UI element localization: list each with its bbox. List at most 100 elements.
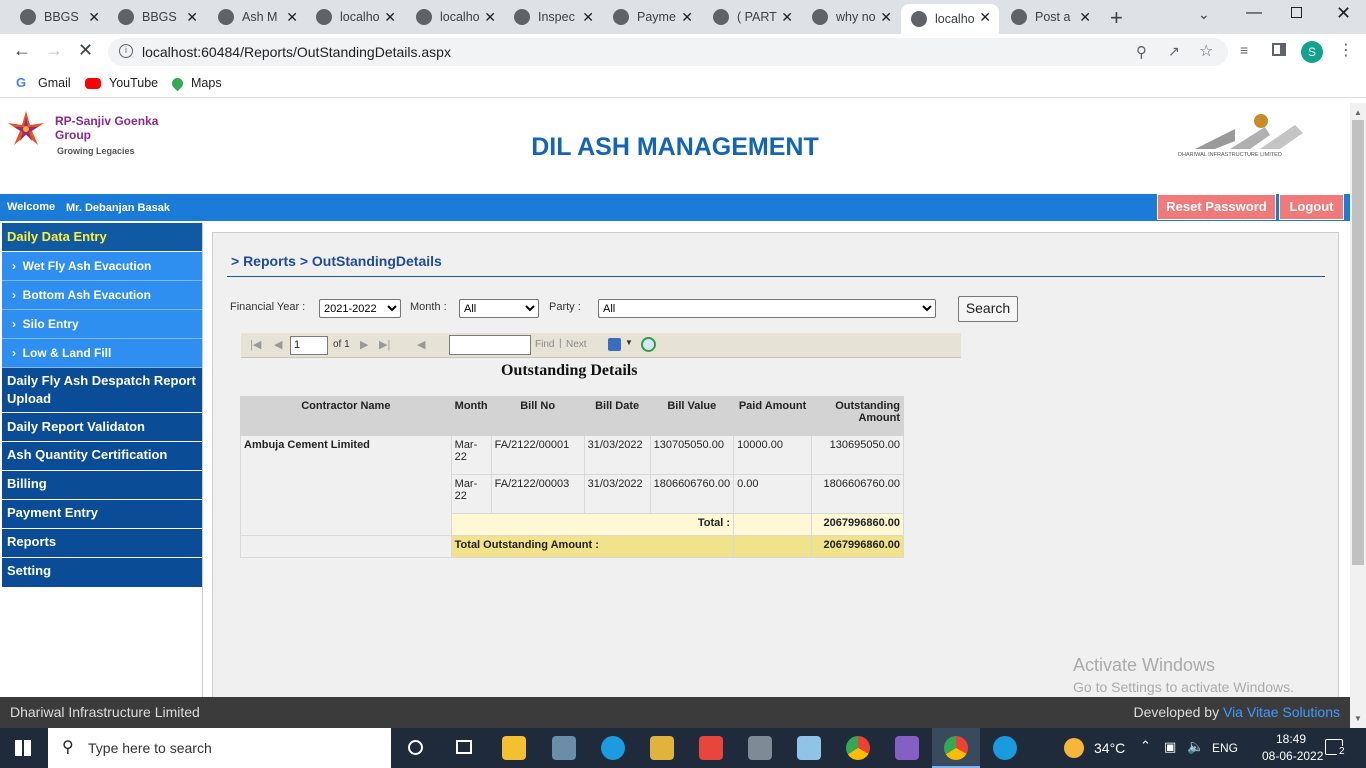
find-link[interactable]: Find xyxy=(535,339,554,350)
windows-start-icon[interactable] xyxy=(15,740,31,756)
cortana-icon[interactable] xyxy=(408,740,423,755)
sidebar-item-low-land-fill[interactable]: › Low & Land Fill xyxy=(2,339,202,368)
stop-loading-icon[interactable]: ✕ xyxy=(78,40,93,61)
tab-close-icon[interactable]: ✕ xyxy=(384,9,396,26)
browser-tab[interactable]: Payme ✕ xyxy=(603,4,701,30)
browser-menu-icon[interactable]: ⋮ xyxy=(1338,40,1354,60)
tab-close-icon[interactable]: ✕ xyxy=(681,9,693,26)
sidebar-item-payment-entry[interactable]: Payment Entry xyxy=(2,500,202,529)
file-explorer-icon[interactable] xyxy=(502,736,526,760)
refresh-icon[interactable] xyxy=(641,337,656,352)
sidebar-item-reports[interactable]: Reports xyxy=(2,529,202,558)
forward-arrow-icon[interactable]: → xyxy=(45,40,63,61)
tab-close-icon[interactable]: ✕ xyxy=(582,9,594,26)
clock-time[interactable]: 18:49 xyxy=(1276,732,1306,746)
tab-close-icon[interactable]: ✕ xyxy=(1079,9,1091,26)
notepad-icon[interactable] xyxy=(797,736,821,760)
month-select[interactable]: All xyxy=(459,299,539,318)
party-select[interactable]: All xyxy=(598,299,936,318)
bookmark-star-icon[interactable]: ☆ xyxy=(1199,41,1213,61)
back-arrow-icon[interactable]: ← xyxy=(13,40,31,61)
close-window-button[interactable]: ✕ xyxy=(1336,3,1351,24)
zoom-icon[interactable]: ⚲ xyxy=(1136,43,1147,61)
restore-button[interactable] xyxy=(1291,7,1302,18)
clock-date[interactable]: 08-06-2022 xyxy=(1262,749,1323,763)
browser-tab[interactable]: why no ✕ xyxy=(802,4,900,30)
sidebar-item-daily-data-entry[interactable]: Daily Data Entry xyxy=(2,223,202,252)
minimize-button[interactable]: — xyxy=(1246,4,1262,22)
financial-year-select[interactable]: 2021-2022 xyxy=(319,299,401,318)
tab-close-icon[interactable]: ✕ xyxy=(880,9,892,26)
chrome-icon[interactable] xyxy=(846,736,870,760)
page-number-input[interactable]: 1 xyxy=(290,336,328,355)
find-input[interactable] xyxy=(449,335,531,355)
export-dropdown-icon[interactable]: ▼ xyxy=(625,338,633,347)
tab-close-icon[interactable]: ✕ xyxy=(286,9,298,26)
share-icon[interactable]: ↗ xyxy=(1168,43,1180,60)
browser-tab[interactable]: Post a ✕ xyxy=(1001,4,1099,30)
database-tool-icon[interactable] xyxy=(650,736,674,760)
network-icon[interactable]: ▣ xyxy=(1164,739,1176,755)
new-tab-button[interactable]: + xyxy=(1110,5,1123,31)
taskbar-search[interactable]: ⚲ Type here to search xyxy=(48,728,391,768)
browser-tab[interactable]: ( PART ✕ xyxy=(703,4,801,30)
last-page-icon[interactable]: ▶| xyxy=(379,338,390,351)
browser-tab[interactable]: BBGS ✕ xyxy=(10,4,108,30)
sidebar-item-wet-fly-ash[interactable]: › Wet Fly Ash Evacution xyxy=(2,252,202,281)
anydesk-icon[interactable] xyxy=(699,736,723,760)
url-text[interactable]: localhost:60484/Reports/OutStandingDetai… xyxy=(142,44,451,60)
scroll-up-icon[interactable]: ▲ xyxy=(1354,108,1362,117)
page-scrollbar[interactable]: ▲ ▼ xyxy=(1350,103,1366,728)
sidebar-item-despatch-upload[interactable]: Daily Fly Ash Despatch Report Upload xyxy=(2,368,202,413)
tab-close-icon[interactable]: ✕ xyxy=(484,9,496,26)
side-panel-icon[interactable] xyxy=(1272,43,1286,56)
back-to-parent-icon[interactable]: ◀ xyxy=(417,338,425,351)
logout-button[interactable]: Logout xyxy=(1279,194,1344,220)
url-bar[interactable]: i localhost:60484/Reports/OutStandingDet… xyxy=(108,38,1228,66)
sidebar-item-billing[interactable]: Billing xyxy=(2,471,202,500)
next-page-icon[interactable]: ▶ xyxy=(360,338,368,351)
sidebar-item-silo-entry[interactable]: › Silo Entry xyxy=(2,310,202,339)
snipping-tool-icon[interactable] xyxy=(552,736,576,760)
bookmark-youtube[interactable]: YouTube xyxy=(85,76,158,90)
tab-close-icon[interactable]: ✕ xyxy=(88,9,100,26)
scroll-thumb[interactable] xyxy=(1352,120,1364,565)
visual-studio-icon[interactable] xyxy=(895,736,919,760)
sidebar-item-setting[interactable]: Setting xyxy=(2,558,202,588)
site-info-icon[interactable]: i xyxy=(119,44,133,58)
export-save-icon[interactable] xyxy=(608,338,621,351)
scroll-down-icon[interactable]: ▼ xyxy=(1354,714,1362,723)
sidebar-item-bottom-ash[interactable]: › Bottom Ash Evacution xyxy=(2,281,202,310)
tab-search-chevron-icon[interactable]: ⌄ xyxy=(1198,6,1210,23)
active-chrome-tile[interactable] xyxy=(932,728,980,768)
skype-icon[interactable] xyxy=(601,736,625,760)
prev-page-icon[interactable]: ◀ xyxy=(274,338,282,351)
browser-tab[interactable]: localho ✕ xyxy=(406,4,504,30)
calculator-icon[interactable] xyxy=(748,736,772,760)
browser-tab[interactable]: Inspec ✕ xyxy=(504,4,602,30)
search-button[interactable]: Search xyxy=(958,296,1018,322)
first-page-icon[interactable]: |◀ xyxy=(250,338,261,351)
sidebar-item-ash-certification[interactable]: Ash Quantity Certification xyxy=(2,442,202,471)
browser-tab[interactable]: localho ✕ xyxy=(306,4,404,30)
footer-credit-link[interactable]: Via Vitae Solutions xyxy=(1223,704,1340,720)
browser-tab[interactable]: Ash M ✕ xyxy=(208,4,306,30)
tab-close-icon[interactable]: ✕ xyxy=(186,9,198,26)
edge-icon[interactable] xyxy=(993,736,1017,760)
bookmark-maps[interactable]: Maps xyxy=(169,75,222,91)
browser-tab[interactable]: BBGS ✕ xyxy=(108,4,206,30)
weather-icon[interactable] xyxy=(1064,738,1084,758)
volume-icon[interactable]: 🔈 xyxy=(1187,738,1204,755)
tab-close-icon[interactable]: ✕ xyxy=(979,9,991,26)
task-view-icon[interactable] xyxy=(456,740,472,754)
tray-chevron-icon[interactable]: ⌃ xyxy=(1140,738,1151,754)
language-indicator[interactable]: ENG xyxy=(1212,741,1238,755)
bookmark-gmail[interactable]: G Gmail xyxy=(16,76,71,91)
reading-list-icon[interactable]: ≡ xyxy=(1240,42,1248,58)
temperature[interactable]: 34°C xyxy=(1094,740,1125,756)
profile-avatar[interactable]: S xyxy=(1301,41,1323,63)
sidebar-item-report-validation[interactable]: Daily Report Validaton xyxy=(2,413,202,442)
browser-tab-active[interactable]: localho ✕ xyxy=(901,4,999,34)
next-link[interactable]: Next xyxy=(566,339,587,350)
reset-password-button[interactable]: Reset Password xyxy=(1157,194,1276,220)
